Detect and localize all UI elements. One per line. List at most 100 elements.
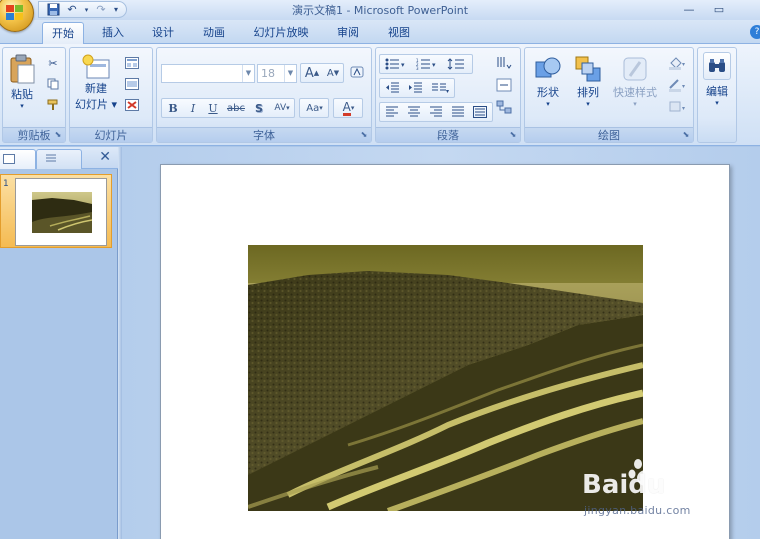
group-editing: 编辑 ▾ 编辑 bbox=[697, 47, 737, 143]
group-clipboard: 粘贴 ▾ ✂ 剪贴板 ⬊ bbox=[2, 47, 66, 143]
shape-fill-icon[interactable]: ▾ bbox=[665, 54, 689, 72]
tab-outline[interactable] bbox=[36, 149, 82, 169]
tab-slides-thumbnails[interactable] bbox=[0, 149, 36, 169]
text-direction-icon[interactable] bbox=[494, 54, 514, 72]
character-spacing-button[interactable]: AV ▾ bbox=[270, 99, 294, 117]
tab-review[interactable]: 审阅 bbox=[329, 22, 367, 44]
minimize-button[interactable]: — bbox=[677, 1, 701, 17]
office-logo-icon bbox=[6, 5, 24, 21]
arrange-icon bbox=[575, 56, 601, 82]
ribbon: 粘贴 ▾ ✂ 剪贴板 ⬊ 新建 幻灯片 ▾ 幻灯片 ▼ 18 ▼ A ▲ A ▼… bbox=[0, 44, 760, 146]
italic-button[interactable]: I bbox=[184, 99, 202, 117]
slide-thumbnail-image bbox=[32, 192, 92, 233]
columns-icon[interactable]: ▾ bbox=[428, 79, 454, 97]
numbering-icon[interactable]: 1 2 3 ▾ bbox=[412, 55, 442, 73]
baidu-watermark: Baidu 经验 jingyan.baidu.com bbox=[582, 456, 760, 530]
shape-outline-icon[interactable]: ▾ bbox=[665, 76, 689, 94]
underline-button[interactable]: U bbox=[204, 99, 222, 117]
quick-styles-button[interactable]: 快速样式 ▾ bbox=[609, 54, 661, 108]
copy-icon[interactable] bbox=[43, 75, 63, 93]
text-shadow-button[interactable]: S bbox=[250, 99, 268, 117]
align-center-icon[interactable] bbox=[403, 103, 424, 121]
cut-icon[interactable]: ✂ bbox=[43, 54, 63, 72]
clear-format-icon[interactable] bbox=[347, 63, 367, 81]
align-right-icon[interactable] bbox=[425, 103, 446, 121]
baidu-url: jingyan.baidu.com bbox=[584, 504, 691, 517]
convert-smartart-icon[interactable] bbox=[494, 98, 514, 116]
reset-icon[interactable] bbox=[122, 75, 142, 93]
group-label-paragraph: 段落 bbox=[376, 127, 520, 142]
font-size-adjust-strip: A ▲ A ▼ bbox=[300, 63, 344, 83]
format-painter-icon[interactable] bbox=[43, 96, 63, 114]
paragraph-launcher-icon[interactable]: ⬊ bbox=[508, 130, 518, 140]
paste-button[interactable]: 粘贴 ▾ bbox=[6, 54, 38, 110]
shapes-button[interactable]: 形状 ▾ bbox=[529, 54, 567, 108]
bullets-icon[interactable]: ▾ bbox=[381, 55, 411, 73]
close-pane-icon[interactable]: ✕ bbox=[99, 149, 111, 165]
increase-indent-icon[interactable] bbox=[404, 79, 426, 97]
help-icon[interactable]: ? bbox=[750, 25, 760, 39]
slide-thumbnail-page bbox=[15, 178, 107, 246]
slide-thumbnail[interactable]: 1 bbox=[0, 174, 112, 248]
pane-tabs: ✕ bbox=[0, 147, 118, 169]
drawing-launcher-icon[interactable]: ⬊ bbox=[681, 130, 691, 140]
ribbon-tabs: 开始 插入 设计 动画 幻灯片放映 审阅 视图 ? bbox=[0, 20, 760, 45]
new-slide-button[interactable]: 新建 幻灯片 ▾ bbox=[73, 54, 119, 112]
editing-button[interactable]: 编辑 ▾ bbox=[700, 52, 734, 107]
svg-text:3: 3 bbox=[416, 66, 419, 70]
tab-slideshow[interactable]: 幻灯片放映 bbox=[246, 22, 316, 44]
font-launcher-icon[interactable]: ⬊ bbox=[359, 130, 369, 140]
maximize-button[interactable]: ▭ bbox=[707, 1, 731, 17]
shapes-icon bbox=[535, 57, 561, 78]
group-label-slides: 幻灯片 bbox=[70, 127, 152, 142]
group-label-font: 字体 bbox=[157, 127, 371, 142]
font-style-strip: B I U abc S AV ▾ bbox=[161, 98, 295, 118]
change-case-button[interactable]: Aa ▾ bbox=[301, 99, 328, 117]
font-color-strip: A ▾ bbox=[333, 98, 363, 118]
title-bar: ↶ ▾ ↷ ▾ 演示文稿1 - Microsoft PowerPoint — ▭ bbox=[0, 0, 760, 32]
tab-design[interactable]: 设计 bbox=[144, 22, 182, 44]
align-left-icon[interactable] bbox=[381, 103, 402, 121]
decrease-indent-icon[interactable] bbox=[381, 79, 403, 97]
baidu-jingyan-text: 经验 bbox=[686, 482, 722, 503]
justify-icon[interactable] bbox=[447, 103, 468, 121]
group-drawing: 形状 ▾ 排列 ▾ 快速样式 ▾ ▾ ▾ ▾ 绘图 ⬊ bbox=[524, 47, 694, 143]
font-size-combo[interactable]: 18 ▼ bbox=[257, 64, 297, 83]
group-font: ▼ 18 ▼ A ▲ A ▼ B I U abc S AV ▾ Aa ▾ A ▾ 字体 ⬊ bbox=[156, 47, 372, 143]
line-spacing-icon[interactable] bbox=[444, 55, 472, 73]
svg-text:▾: ▾ bbox=[432, 61, 436, 69]
arrange-button[interactable]: 排列 ▾ bbox=[569, 54, 607, 108]
slide-number: 1 bbox=[3, 179, 9, 189]
grow-font-button[interactable]: A ▲ bbox=[302, 64, 322, 82]
shrink-font-button[interactable]: A ▼ bbox=[323, 64, 343, 82]
svg-text:▾: ▾ bbox=[682, 105, 685, 112]
clipboard-launcher-icon[interactable]: ⬊ bbox=[53, 130, 63, 140]
baidu-logo-text: Baidu bbox=[582, 470, 666, 500]
strikethrough-button[interactable]: abc bbox=[224, 99, 248, 117]
tab-view[interactable]: 视图 bbox=[380, 22, 418, 44]
svg-text:▾: ▾ bbox=[446, 88, 449, 94]
new-slide-icon bbox=[82, 54, 110, 79]
window-title: 演示文稿1 - Microsoft PowerPoint bbox=[291, 4, 469, 17]
font-color-button[interactable]: A ▾ bbox=[335, 99, 362, 117]
svg-text:▾: ▾ bbox=[682, 83, 685, 90]
group-paragraph: ▾ 1 2 3 ▾ ▾ 段落 ⬊ bbox=[375, 47, 521, 143]
font-name-combo[interactable]: ▼ bbox=[161, 64, 255, 83]
quick-styles-icon bbox=[623, 57, 647, 81]
list-strip: ▾ 1 2 3 ▾ bbox=[379, 54, 473, 74]
change-case-strip: Aa ▾ bbox=[299, 98, 329, 118]
delete-slide-icon[interactable] bbox=[122, 96, 142, 114]
shape-effects-icon[interactable]: ▾ bbox=[665, 98, 689, 116]
tab-insert[interactable]: 插入 bbox=[94, 22, 132, 44]
align-text-icon[interactable] bbox=[494, 76, 514, 94]
bold-button[interactable]: B bbox=[164, 99, 182, 117]
tab-animation[interactable]: 动画 bbox=[195, 22, 233, 44]
layout-icon[interactable] bbox=[122, 54, 142, 72]
slides-pane: ✕ 1 bbox=[0, 147, 118, 539]
tab-home[interactable]: 开始 bbox=[42, 22, 84, 45]
distributed-align-icon[interactable] bbox=[469, 103, 491, 121]
binoculars-icon bbox=[703, 52, 731, 80]
indent-strip: ▾ bbox=[379, 78, 455, 98]
outline-tab-icon bbox=[46, 154, 56, 162]
svg-text:▾: ▾ bbox=[682, 61, 685, 68]
